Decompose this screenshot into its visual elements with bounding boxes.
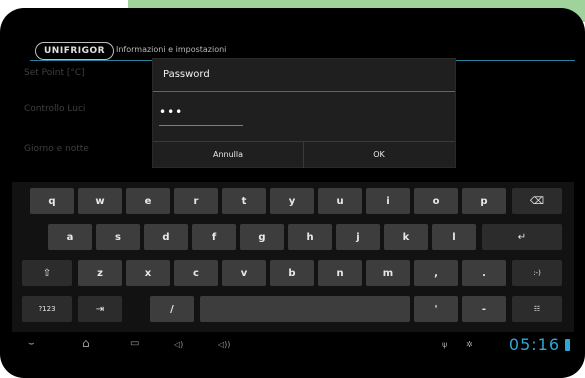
password-dialog: Password ••• Annulla OK — [152, 58, 456, 168]
tab-key[interactable]: ⇥ — [78, 296, 122, 322]
debug-icon: ✲ — [466, 340, 473, 349]
key-slash[interactable]: / — [150, 296, 194, 322]
dialog-button-row: Annulla OK — [153, 141, 455, 168]
key-apostrophe[interactable]: ' — [414, 296, 458, 322]
backspace-key[interactable]: ⌫ — [512, 188, 562, 214]
key-i[interactable]: i — [366, 188, 410, 214]
key-k[interactable]: k — [384, 224, 428, 250]
shift-key[interactable]: ⇧ — [22, 260, 72, 286]
key-t[interactable]: t — [222, 188, 266, 214]
key-s[interactable]: s — [96, 224, 140, 250]
key-dash[interactable]: - — [462, 296, 506, 322]
clock: 05:16 — [508, 335, 560, 354]
key-f[interactable]: f — [192, 224, 236, 250]
ok-button[interactable]: OK — [304, 142, 454, 168]
volume-up-icon[interactable]: ◁)) — [218, 340, 230, 349]
password-field[interactable]: ••• — [159, 105, 243, 126]
volume-down-icon[interactable]: ◁) — [174, 340, 183, 349]
key-c[interactable]: c — [174, 260, 218, 286]
space-key[interactable] — [200, 296, 410, 322]
key-e[interactable]: e — [126, 188, 170, 214]
smiley-key[interactable]: :-) — [512, 260, 562, 286]
home-icon[interactable]: ⌂ — [82, 336, 90, 350]
usb-icon: ψ — [442, 340, 448, 349]
key-y[interactable]: y — [270, 188, 314, 214]
key-d[interactable]: d — [144, 224, 188, 250]
key-u[interactable]: u — [318, 188, 362, 214]
key-z[interactable]: z — [78, 260, 122, 286]
key-l[interactable]: l — [432, 224, 476, 250]
dialog-title-divider — [153, 91, 455, 92]
giorno-notte-label: Giorno e notte — [24, 144, 89, 154]
key-period[interactable]: . — [462, 260, 506, 286]
system-nav-bar: ⌣ ⌂ ▭ ◁) ◁)) ψ ✲ 05:16 — [12, 334, 574, 360]
key-p[interactable]: p — [462, 188, 506, 214]
key-comma[interactable]: , — [414, 260, 458, 286]
enter-key[interactable]: ↵ — [482, 224, 562, 250]
key-o[interactable]: o — [414, 188, 458, 214]
dialog-title: Password — [163, 69, 210, 80]
key-r[interactable]: r — [174, 188, 218, 214]
controllo-luci-label: Controllo Luci — [24, 104, 86, 114]
key-h[interactable]: h — [288, 224, 332, 250]
unifrigor-logo: UNIFRIGOR — [35, 42, 115, 60]
key-w[interactable]: w — [78, 188, 122, 214]
key-a[interactable]: a — [48, 224, 92, 250]
page-title: Informazioni e impostazioni — [116, 45, 227, 54]
soft-keyboard: q w e r t y u i o p ⌫ a s d f g h j k l … — [12, 182, 574, 332]
key-q[interactable]: q — [30, 188, 74, 214]
key-j[interactable]: j — [336, 224, 380, 250]
key-v[interactable]: v — [222, 260, 266, 286]
back-icon[interactable]: ⌣ — [28, 338, 35, 349]
battery-icon — [565, 339, 570, 351]
keyboard-settings-key[interactable]: ☷ — [512, 296, 562, 322]
symbols-key[interactable]: ?123 — [22, 296, 72, 322]
key-g[interactable]: g — [240, 224, 284, 250]
key-m[interactable]: m — [366, 260, 410, 286]
recents-icon[interactable]: ▭ — [130, 338, 139, 349]
set-point-label: Set Point [°C] — [24, 68, 85, 78]
key-n[interactable]: n — [318, 260, 362, 286]
cancel-button[interactable]: Annulla — [153, 142, 304, 168]
key-b[interactable]: b — [270, 260, 314, 286]
key-x[interactable]: x — [126, 260, 170, 286]
